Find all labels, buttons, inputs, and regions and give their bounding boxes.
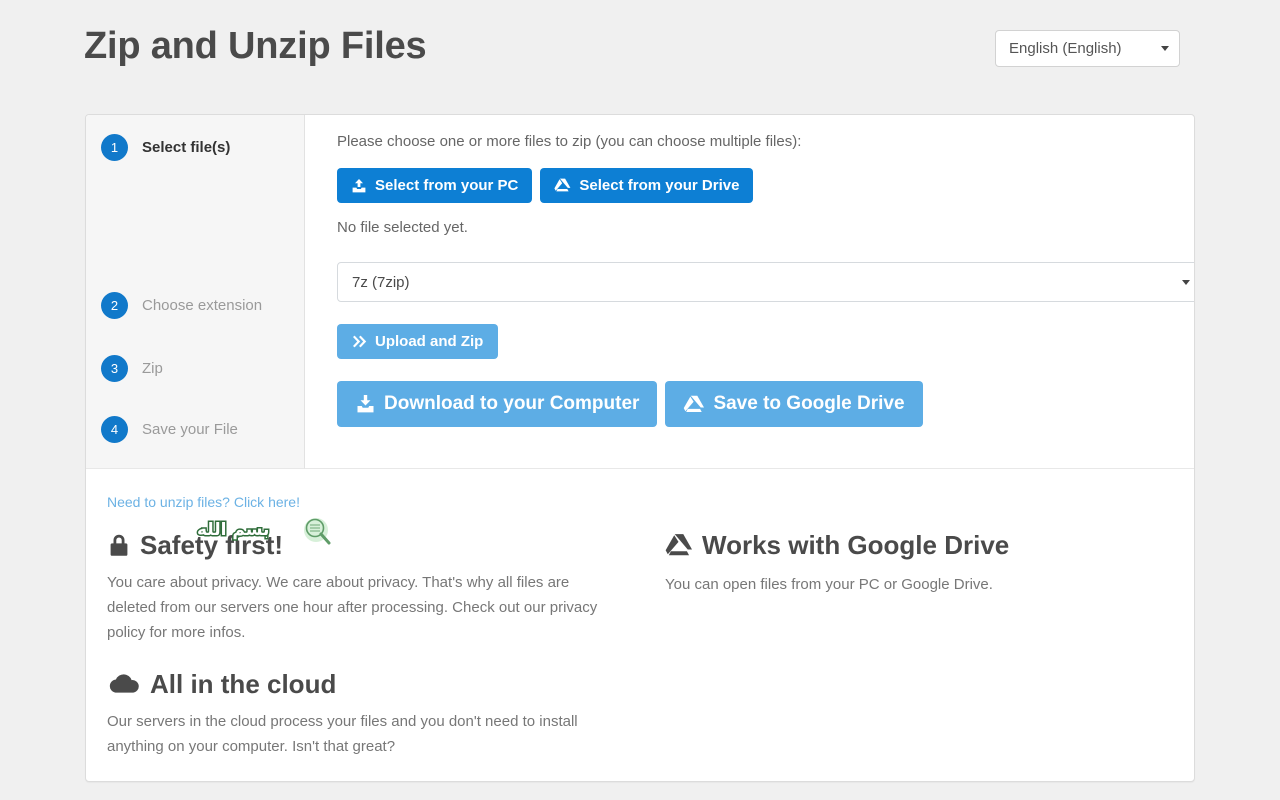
feature-title-text: All in the cloud <box>150 667 336 701</box>
step-item-zip[interactable]: 3 Zip <box>101 355 163 382</box>
lock-icon <box>107 532 131 558</box>
feature-title-text: Works with Google Drive <box>702 528 1009 562</box>
double-chevron-right-icon <box>352 335 367 348</box>
download-to-computer-button[interactable]: Download to your Computer <box>337 381 657 427</box>
google-drive-icon <box>683 395 705 414</box>
feature-title-text: Safety first! <box>140 528 283 562</box>
card-footer: Need to unzip files? Click here! Safety … <box>86 470 1195 782</box>
chevron-down-icon <box>1161 46 1169 51</box>
save-to-google-drive-button[interactable]: Save to Google Drive <box>665 381 922 427</box>
select-from-pc-label: Select from your PC <box>375 177 518 194</box>
feature-body-google-drive: You can open files from your PC or Googl… <box>665 572 1057 597</box>
download-to-computer-label: Download to your Computer <box>384 393 639 415</box>
step-item-save-file[interactable]: 4 Save your File <box>101 416 238 443</box>
step-item-select-files[interactable]: 1 Select file(s) <box>101 134 230 161</box>
save-button-row: Download to your Computer Save to Google… <box>337 381 1173 427</box>
no-file-selected-text: No file selected yet. <box>337 219 1173 236</box>
feature-title-cloud: All in the cloud <box>107 667 617 701</box>
main-panel: Please choose one or more files to zip (… <box>305 115 1195 469</box>
features-column-right: Works with Google Drive You can open fil… <box>637 528 1057 781</box>
step-label: Zip <box>142 360 163 377</box>
page-title: Zip and Unzip Files <box>84 22 426 70</box>
page-header: Zip and Unzip Files English (English) <box>0 0 1280 100</box>
feature-body-cloud: Our servers in the cloud process your fi… <box>107 709 617 759</box>
step-number-badge: 4 <box>101 416 128 443</box>
select-from-drive-button[interactable]: Select from your Drive <box>540 168 753 203</box>
file-source-button-row: Select from your PC Select from your Dri… <box>337 168 1173 203</box>
feature-title-safety: Safety first! <box>107 528 617 562</box>
step-label: Select file(s) <box>142 139 230 156</box>
google-drive-icon <box>554 178 571 193</box>
step-label: Save your File <box>142 421 238 438</box>
language-select[interactable]: English (English) <box>995 30 1180 67</box>
extension-select-value: 7z (7zip) <box>352 274 1176 291</box>
step-label: Choose extension <box>142 297 262 314</box>
main-card: 1 Select file(s) 2 Choose extension 3 Zi… <box>85 114 1195 782</box>
upload-zip-row: Upload and Zip <box>337 324 1173 359</box>
upload-and-zip-label: Upload and Zip <box>375 333 483 350</box>
cloud-icon <box>107 672 141 696</box>
save-to-google-drive-label: Save to Google Drive <box>713 393 904 415</box>
step-number-badge: 3 <box>101 355 128 382</box>
features-column-left: Safety first! You care about privacy. We… <box>107 528 637 781</box>
extension-select[interactable]: 7z (7zip) <box>337 262 1195 302</box>
steps-sidebar: 1 Select file(s) 2 Choose extension 3 Zi… <box>86 115 305 469</box>
instruction-text: Please choose one or more files to zip (… <box>337 132 1173 152</box>
feature-title-google-drive: Works with Google Drive <box>665 528 1057 562</box>
chevron-down-icon <box>1182 280 1190 285</box>
features-grid: Safety first! You care about privacy. We… <box>107 528 1172 781</box>
select-from-drive-label: Select from your Drive <box>579 177 739 194</box>
step-number-badge: 1 <box>101 134 128 161</box>
select-from-pc-button[interactable]: Select from your PC <box>337 168 532 203</box>
step-item-choose-extension[interactable]: 2 Choose extension <box>101 292 262 319</box>
step-number-badge: 2 <box>101 292 128 319</box>
download-icon <box>355 394 376 414</box>
feature-body-safety: You care about privacy. We care about pr… <box>107 570 617 645</box>
google-drive-icon <box>665 533 693 558</box>
upload-icon <box>351 178 367 194</box>
need-to-unzip-link[interactable]: Need to unzip files? Click here! <box>107 494 300 510</box>
app-root: Zip and Unzip Files English (English) 1 … <box>0 0 1280 800</box>
upload-and-zip-button[interactable]: Upload and Zip <box>337 324 498 359</box>
language-select-value: English (English) <box>1009 40 1155 57</box>
